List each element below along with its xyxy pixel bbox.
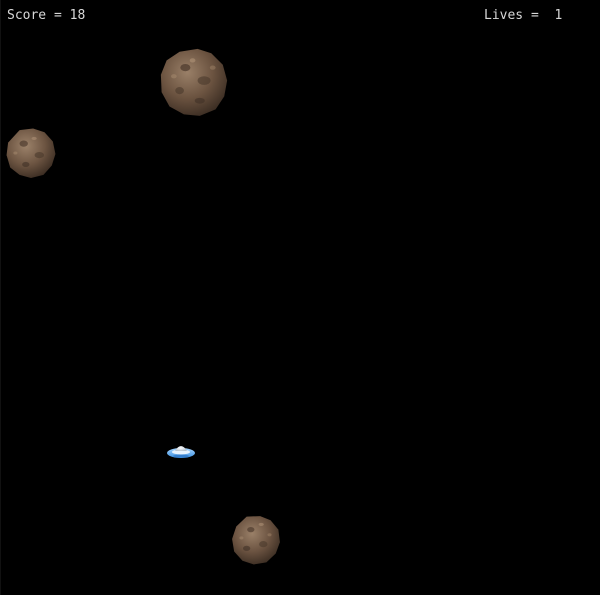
score-display: Score = 18 <box>7 8 86 23</box>
ufo-ship-icon[interactable] <box>165 439 197 461</box>
asteroid-icon <box>6 128 56 178</box>
lives-display: Lives = 1 <box>484 8 563 23</box>
game-canvas[interactable]: Score = 18 Lives = 1 <box>0 0 600 595</box>
asteroid-icon <box>160 48 228 116</box>
asteroid-icon <box>232 516 280 565</box>
canvas-edge <box>0 0 1 595</box>
